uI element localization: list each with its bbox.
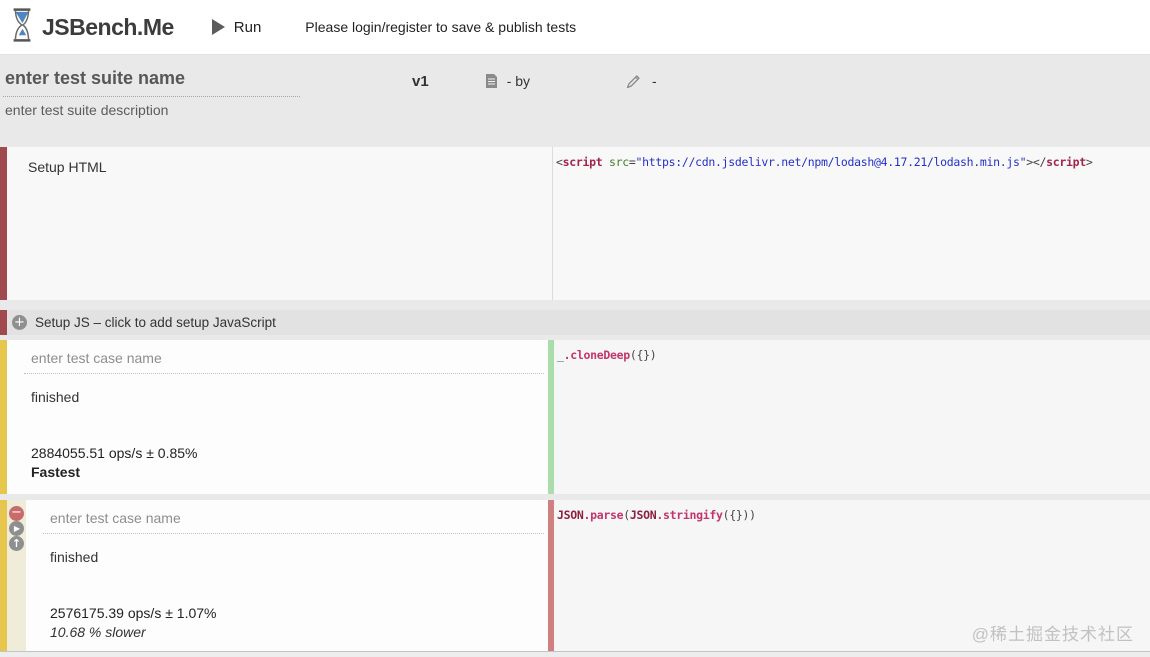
run-button[interactable]: Run [211,18,262,36]
hourglass-logo-icon [8,6,36,49]
run-play-icon [211,19,225,35]
setup-html-code-editor[interactable]: <script src="https://cdn.jsdelivr.net/np… [553,147,1150,300]
watermark-text: @稀土掘金技术社区 [971,625,1134,644]
test-case-1-name-input[interactable] [24,347,544,374]
move-up-test-case-icon[interactable]: ↑ [9,536,24,551]
test-case-1-verdict: Fastest [31,464,81,480]
pencil-icon [626,74,641,89]
document-icon [485,73,498,89]
app-logo[interactable]: JSBench.Me [8,6,174,49]
suite-description-row [0,102,1150,122]
test-case-2-panel: finished 2576175.39 ops/s ± 1.07% 10.68 … [26,500,548,651]
test-case-1-ops-result: 2884055.51 ops/s ± 0.85% [31,445,198,461]
remove-test-case-icon[interactable]: − [9,506,24,521]
test-case-1-code-editor[interactable]: _.cloneDeep({}) [554,340,1150,494]
run-button-label: Run [233,18,262,36]
bottom-divider [0,651,1150,657]
setup-js-label: Setup JS – click to add setup JavaScript [35,315,276,330]
test-case-2-ops-result: 2576175.39 ops/s ± 1.07% [50,605,217,621]
setup-html-label-panel: Setup HTML [7,147,553,300]
suite-name-input[interactable] [3,65,300,97]
setup-html-label: Setup HTML [28,159,107,175]
suite-modified-value: - [652,73,657,89]
test-case-row-1: finished 2884055.51 ops/s ± 0.85% Fastes… [0,340,1150,494]
test-case-2-name-input[interactable] [43,507,544,534]
login-register-link[interactable]: Please login/register to save & publish … [305,19,576,35]
top-header: JSBench.Me Run Please login/register to … [0,0,1150,55]
run-test-case-icon[interactable]: ▶ [9,521,24,536]
plus-icon: + [12,315,27,330]
setup-js-add-bar[interactable]: + Setup JS – click to add setup JavaScri… [0,310,1150,335]
test-case-1-panel: finished 2884055.51 ops/s ± 0.85% Fastes… [7,340,548,494]
test-case-2-verdict: 10.68 % slower [50,624,146,640]
app-title: JSBench.Me [42,13,174,40]
setup-html-section: Setup HTML <script src="https://cdn.jsde… [0,147,1150,300]
test-case-2-actions-gutter: − ▶ ↑ [7,500,26,651]
suite-description-input[interactable] [5,102,405,118]
suite-header-row: v1 - by - [0,63,1150,99]
test-case-1-status: finished [31,389,80,405]
suite-version-badge: v1 [412,72,429,90]
test-case-2-status: finished [50,549,99,565]
suite-by-label: - by [506,73,531,89]
